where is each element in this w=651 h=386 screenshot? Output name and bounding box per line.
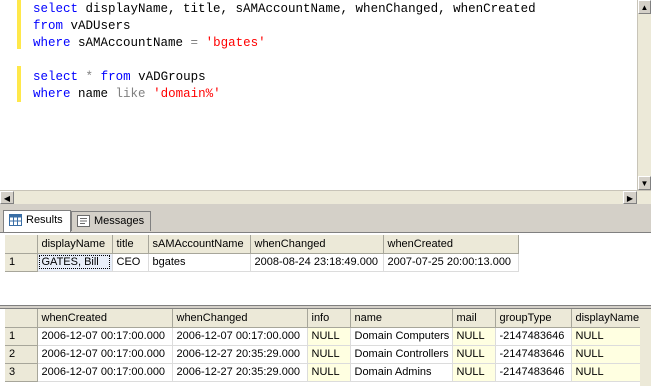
- editor-horizontal-scrollbar[interactable]: ◀ ▶: [0, 190, 651, 204]
- grid-cell[interactable]: 2006-12-27 20:35:29.000: [172, 363, 308, 382]
- grid-cell[interactable]: CEO: [112, 253, 149, 272]
- code-token: 'domain%': [153, 87, 221, 101]
- code-token: where: [33, 87, 71, 101]
- column-header[interactable]: whenChanged: [172, 309, 308, 328]
- grid-cell[interactable]: NULL: [307, 363, 351, 382]
- grid-cell[interactable]: 2006-12-27 20:35:29.000: [172, 345, 308, 364]
- code-token: where: [33, 36, 71, 50]
- grid-cell[interactable]: 2006-12-07 00:17:00.000: [37, 327, 173, 346]
- row-number[interactable]: 1: [5, 253, 38, 272]
- code-token: displayName, title, sAMAccountName, when…: [78, 2, 536, 16]
- grid-cell[interactable]: NULL: [452, 363, 496, 382]
- grid-cell[interactable]: Domain Computers: [350, 327, 453, 346]
- grid-cell[interactable]: 2007-07-25 20:00:13.000: [383, 253, 519, 272]
- table-row[interactable]: 1 GATES, Bill CEO bgates 2008-08-24 23:18:49…: [5, 253, 519, 272]
- table-row[interactable]: 1 2006-12-07 00:17:00.000 2006-12-07 00:17…: [5, 327, 647, 346]
- grid-cell[interactable]: Domain Admins: [350, 363, 453, 382]
- grid-cell[interactable]: -2147483646: [495, 363, 572, 382]
- column-header[interactable]: whenCreated: [383, 235, 519, 254]
- grid-corner[interactable]: [5, 235, 38, 254]
- sql-editor[interactable]: select displayName, title, sAMAccountNam…: [0, 0, 637, 190]
- code-token: 'bgates': [205, 36, 266, 50]
- row-number[interactable]: 1: [5, 327, 38, 346]
- code-token: *: [85, 70, 94, 84]
- grid-cell[interactable]: 2008-08-24 23:18:49.000: [250, 253, 384, 272]
- code-token: name: [70, 87, 116, 101]
- grid-cell[interactable]: 2006-12-07 00:17:00.000: [37, 345, 173, 364]
- code-token: select: [33, 2, 79, 16]
- grid-cell[interactable]: NULL: [571, 363, 647, 382]
- grid-cell[interactable]: -2147483646: [495, 327, 572, 346]
- grid-cell[interactable]: NULL: [571, 327, 647, 346]
- grid-cell[interactable]: NULL: [452, 327, 496, 346]
- column-header[interactable]: mail: [452, 309, 496, 328]
- scroll-right-icon[interactable]: ▶: [623, 191, 637, 204]
- grid-cell[interactable]: NULL: [307, 345, 351, 364]
- column-header[interactable]: whenChanged: [250, 235, 384, 254]
- row-number[interactable]: 2: [5, 345, 38, 364]
- grid-corner[interactable]: [5, 309, 38, 328]
- change-indicator-bar: [17, 66, 21, 102]
- grid-cell[interactable]: 2006-12-07 00:17:00.000: [37, 363, 173, 382]
- code-line: from vADUsers: [33, 18, 131, 34]
- code-token: from: [100, 70, 131, 84]
- scroll-down-icon[interactable]: ▼: [638, 176, 651, 190]
- column-header[interactable]: sAMAccountName: [148, 235, 251, 254]
- code-line: select displayName, title, sAMAccountNam…: [33, 1, 536, 17]
- column-header[interactable]: whenCreated: [37, 309, 173, 328]
- scroll-up-icon[interactable]: ▲: [638, 0, 651, 14]
- column-header[interactable]: title: [112, 235, 149, 254]
- code-token: select: [33, 70, 79, 84]
- grid-icon: [9, 214, 22, 226]
- tab-results-label: Results: [26, 214, 63, 226]
- code-token: vADUsers: [63, 19, 131, 33]
- grid-cell[interactable]: -2147483646: [495, 345, 572, 364]
- grid-cell[interactable]: 2006-12-07 00:17:00.000: [172, 327, 308, 346]
- grid-cell[interactable]: NULL: [571, 345, 647, 364]
- code-line: where sAMAccountName = 'bgates': [33, 35, 266, 51]
- grid-cell[interactable]: GATES, Bill: [37, 253, 113, 272]
- scroll-left-icon[interactable]: ◀: [0, 191, 14, 204]
- row-number[interactable]: 3: [5, 363, 38, 382]
- grid-cell[interactable]: bgates: [148, 253, 251, 272]
- table-row[interactable]: 3 2006-12-07 00:17:00.000 2006-12-27 20:35…: [5, 363, 647, 382]
- change-indicator-bar: [17, 0, 21, 49]
- code-token: vADGroups: [130, 70, 206, 84]
- messages-icon: [77, 215, 90, 227]
- column-header[interactable]: groupType: [495, 309, 572, 328]
- grid-cell[interactable]: NULL: [307, 327, 351, 346]
- grid-cell[interactable]: NULL: [452, 345, 496, 364]
- editor-vertical-scrollbar[interactable]: ▲ ▼: [637, 0, 651, 190]
- code-token: from: [33, 19, 64, 33]
- results-tab-strip: Results Messages: [0, 210, 651, 232]
- code-token: like: [115, 87, 146, 101]
- grid-vertical-scrollbar[interactable]: [640, 309, 651, 386]
- column-header[interactable]: displayName: [37, 235, 113, 254]
- code-line: select * from vADGroups: [33, 69, 206, 85]
- users-results-grid[interactable]: displayName title sAMAccountName whenChange…: [5, 235, 519, 272]
- groups-results-grid[interactable]: whenCreated whenChanged info name mail groupT…: [5, 309, 647, 382]
- code-token: sAMAccountName: [70, 36, 191, 50]
- tab-messages[interactable]: Messages: [71, 211, 151, 231]
- code-line: where name like 'domain%': [33, 86, 221, 102]
- tab-results[interactable]: Results: [3, 210, 71, 232]
- column-header[interactable]: info: [307, 309, 351, 328]
- results-pane: displayName title sAMAccountName whenChange…: [0, 232, 651, 386]
- tab-messages-label: Messages: [94, 215, 145, 227]
- table-row[interactable]: 2 2006-12-07 00:17:00.000 2006-12-27 20:35…: [5, 345, 647, 364]
- code-token: =: [190, 36, 199, 50]
- grid-cell[interactable]: Domain Controllers: [350, 345, 453, 364]
- column-header[interactable]: name: [350, 309, 453, 328]
- column-header[interactable]: displayName: [571, 309, 647, 328]
